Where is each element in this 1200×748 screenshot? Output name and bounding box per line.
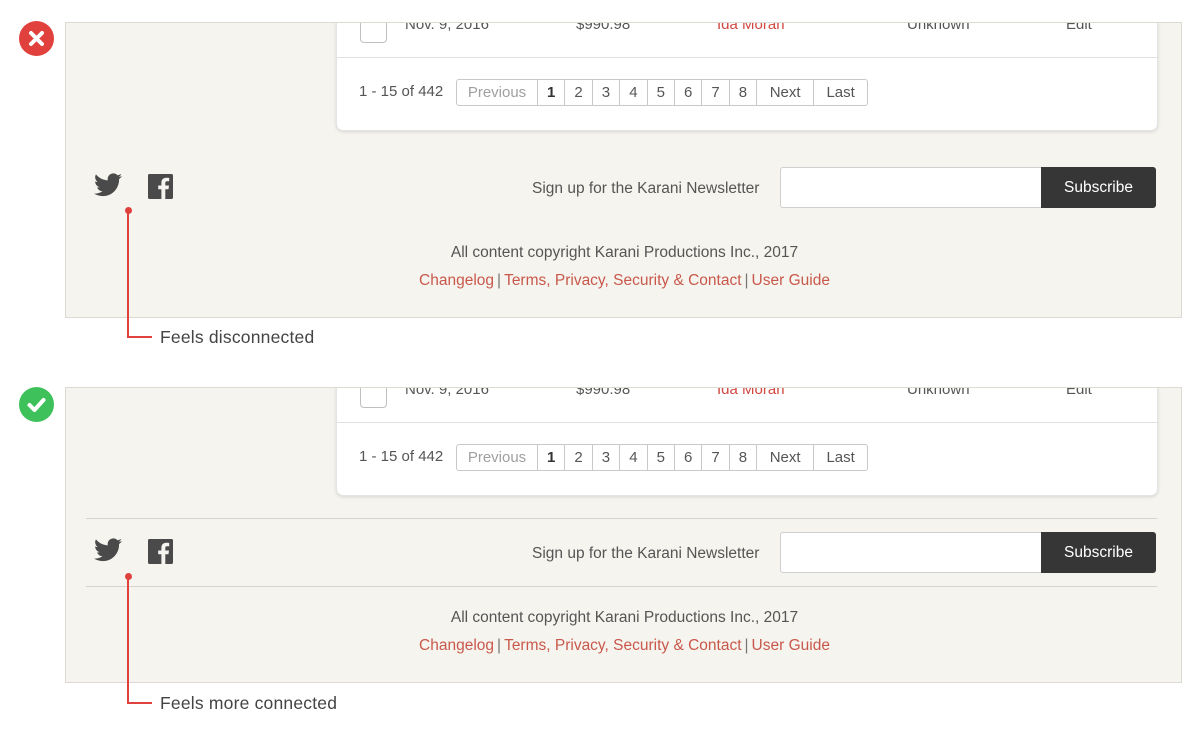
changelog-link[interactable]: Changelog xyxy=(419,272,494,289)
page-button[interactable]: 5 xyxy=(648,445,675,470)
link-separator: | xyxy=(497,272,502,289)
table-card: Nov. 9, 2016 $990.98 Ida Moran Unknown E… xyxy=(336,387,1158,496)
page-button[interactable]: 8 xyxy=(730,80,758,105)
check-icon xyxy=(27,398,46,412)
table-card: Nov. 9, 2016 $990.98 Ida Moran Unknown E… xyxy=(336,22,1158,131)
error-badge xyxy=(19,21,54,56)
page-button[interactable]: 7 xyxy=(702,445,730,470)
pagination-controls: Previous 1 2 3 4 5 6 7 8 Next Last xyxy=(456,79,869,106)
page-button[interactable]: 2 xyxy=(565,445,593,470)
page-button[interactable]: 1 xyxy=(538,80,566,105)
row-status: Unknown xyxy=(907,22,970,33)
user-guide-link[interactable]: User Guide xyxy=(752,272,830,289)
footer-divider-top xyxy=(86,518,1157,519)
footer-example-connected: Nov. 9, 2016 $990.98 Ida Moran Unknown E… xyxy=(65,387,1182,683)
twitter-icon[interactable] xyxy=(94,173,122,197)
page-button[interactable]: 8 xyxy=(730,445,758,470)
page-button[interactable]: 2 xyxy=(565,80,593,105)
annotation-label: Feels disconnected xyxy=(160,327,315,347)
pagination-range: 1 - 15 of 442 xyxy=(359,448,444,465)
table-row: Nov. 9, 2016 $990.98 Ida Moran Unknown E… xyxy=(337,387,1157,423)
terms-link[interactable]: Terms, Privacy, Security & Contact xyxy=(504,272,741,289)
page-button[interactable]: 4 xyxy=(620,80,648,105)
facebook-icon[interactable] xyxy=(148,539,173,564)
pagination: 1 - 15 of 442 Previous 1 2 3 4 5 6 7 8 N… xyxy=(337,79,1157,106)
last-page-button[interactable]: Last xyxy=(814,445,867,470)
page-button[interactable]: 7 xyxy=(702,80,730,105)
page-button[interactable]: 4 xyxy=(620,445,648,470)
row-date: Nov. 9, 2016 xyxy=(405,387,489,398)
page-button[interactable]: 6 xyxy=(675,80,703,105)
link-separator: | xyxy=(744,272,749,289)
user-guide-link[interactable]: User Guide xyxy=(752,637,830,654)
row-checkbox[interactable] xyxy=(360,388,387,408)
previous-page-button[interactable]: Previous xyxy=(457,445,538,470)
newsletter-label: Sign up for the Karani Newsletter xyxy=(532,180,760,197)
row-name-link[interactable]: Ida Moran xyxy=(717,388,785,398)
changelog-link[interactable]: Changelog xyxy=(419,637,494,654)
pagination: 1 - 15 of 442 Previous 1 2 3 4 5 6 7 8 N… xyxy=(337,444,1157,471)
table-row: Nov. 9, 2016 $990.98 Ida Moran Unknown E… xyxy=(337,22,1157,58)
footer-links: Changelog | Terms, Privacy, Security & Con… xyxy=(66,272,1181,290)
row-date: Nov. 9, 2016 xyxy=(405,22,489,33)
next-page-button[interactable]: Next xyxy=(757,445,815,470)
page-button[interactable]: 3 xyxy=(593,80,621,105)
row-amount: $990.98 xyxy=(576,22,631,33)
page-button[interactable]: 6 xyxy=(675,445,703,470)
copyright-text: All content copyright Karani Productions… xyxy=(450,244,799,261)
pagination-controls: Previous 1 2 3 4 5 6 7 8 Next Last xyxy=(456,444,869,471)
annotation-label: Feels more connected xyxy=(160,693,338,713)
success-badge xyxy=(19,387,54,422)
footer-example-disconnected: Nov. 9, 2016 $990.98 Ida Moran Unknown E… xyxy=(65,22,1182,318)
subscribe-button[interactable]: Subscribe xyxy=(1041,532,1156,573)
page-button[interactable]: 5 xyxy=(648,80,675,105)
annotation-pointer-line xyxy=(127,210,129,338)
newsletter-email-input[interactable] xyxy=(780,532,1042,573)
twitter-icon[interactable] xyxy=(94,538,122,562)
copyright-text: All content copyright Karani Productions… xyxy=(450,609,799,626)
newsletter-label: Sign up for the Karani Newsletter xyxy=(532,545,760,562)
link-separator: | xyxy=(744,637,749,654)
row-edit-link[interactable]: Edit xyxy=(1066,23,1092,33)
row-amount: $990.98 xyxy=(576,387,631,398)
terms-link[interactable]: Terms, Privacy, Security & Contact xyxy=(504,637,741,654)
page-button[interactable]: 3 xyxy=(593,445,621,470)
link-separator: | xyxy=(497,637,502,654)
last-page-button[interactable]: Last xyxy=(814,80,867,105)
previous-page-button[interactable]: Previous xyxy=(457,80,538,105)
page-button[interactable]: 1 xyxy=(538,445,566,470)
next-page-button[interactable]: Next xyxy=(757,80,815,105)
row-edit-link[interactable]: Edit xyxy=(1066,388,1092,398)
pagination-range: 1 - 15 of 442 xyxy=(359,83,444,100)
row-name-link[interactable]: Ida Moran xyxy=(717,23,785,33)
facebook-icon[interactable] xyxy=(148,174,173,199)
footer-divider-bottom xyxy=(86,586,1157,587)
subscribe-button[interactable]: Subscribe xyxy=(1041,167,1156,208)
x-icon xyxy=(29,31,44,46)
newsletter-email-input[interactable] xyxy=(780,167,1042,208)
row-checkbox[interactable] xyxy=(360,23,387,43)
annotation-pointer-line xyxy=(127,702,152,704)
annotation-pointer-line xyxy=(127,576,129,704)
footer-links: Changelog | Terms, Privacy, Security & Con… xyxy=(66,637,1181,655)
annotation-pointer-line xyxy=(127,336,152,338)
row-status: Unknown xyxy=(907,387,970,398)
